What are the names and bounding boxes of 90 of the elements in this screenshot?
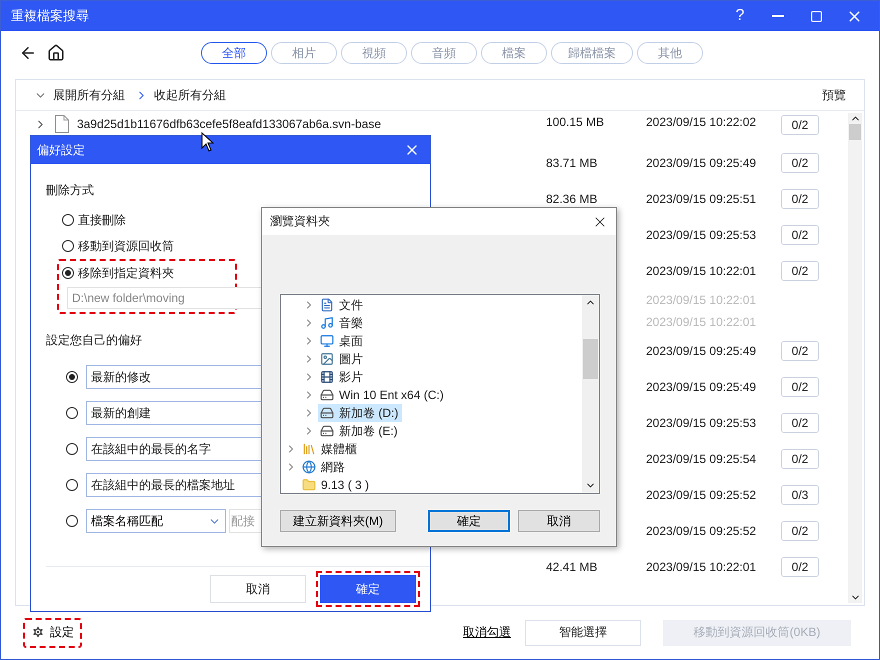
modified-date: 2023/09/15 10:22:01: [646, 293, 758, 307]
tree-item[interactable]: 新加卷 (D:): [318, 404, 402, 422]
document-icon: [320, 298, 334, 312]
network-icon: [302, 460, 316, 474]
selection-count: 0/2: [781, 261, 819, 281]
scroll-thumb[interactable]: [849, 124, 861, 140]
home-button[interactable]: [47, 44, 65, 62]
section-heading: 刪除方式: [46, 182, 94, 199]
collapse-all-link[interactable]: 收起所有分組: [154, 86, 226, 104]
maximize-icon: [810, 10, 822, 22]
tree-item[interactable]: 音樂: [318, 314, 367, 332]
modified-date: 2023/09/15 10:22:01: [646, 264, 758, 278]
selection-count: 0/2: [781, 449, 819, 469]
drive-icon: [320, 424, 334, 438]
selection-count: 0/2: [781, 115, 819, 135]
selection-count: 0/2: [781, 413, 819, 433]
confirm-button[interactable]: 確定: [320, 575, 416, 603]
file-size: 42.41 MB: [546, 560, 598, 574]
selection-count: 0/2: [781, 225, 819, 245]
radio-button[interactable]: [66, 515, 78, 527]
window-title: 重複檔案搜尋: [11, 7, 90, 25]
modified-date: 2023/09/15 09:25:49: [646, 156, 758, 170]
selection-count: 0/2: [781, 341, 819, 361]
file-size: 100.15 MB: [546, 115, 606, 129]
tree-item[interactable]: 9.13 ( 3 ): [300, 476, 374, 493]
modified-date: 2023/09/15 09:25:52: [646, 488, 758, 502]
tree-item[interactable]: 桌面: [318, 332, 367, 350]
modified-date: 2023/09/15 09:25:51: [646, 192, 758, 206]
file-name: 3a9d25d1b11676dfb63cefe5f8eafd133067ab6a.svn-base: [76, 117, 382, 131]
match-dropdown[interactable]: 檔案名稱匹配: [86, 509, 226, 533]
tree-item[interactable]: 影片: [318, 368, 367, 386]
file-size: 82.36 MB: [546, 192, 598, 206]
selection-count: 0/3: [781, 485, 819, 505]
modified-date: 2023/09/15 10:22:01: [646, 560, 758, 574]
tree-item[interactable]: 文件: [318, 296, 367, 314]
picture-icon: [320, 352, 334, 366]
drive-icon: [320, 406, 334, 420]
expand-all-link[interactable]: 展開所有分組: [53, 86, 125, 104]
dialog-button[interactable]: 取消: [518, 510, 600, 532]
selection-count: 0/2: [781, 557, 819, 577]
tree-item[interactable]: 圖片: [318, 350, 367, 368]
selection-count: 0/2: [781, 153, 819, 173]
file-size: 83.71 MB: [546, 156, 598, 170]
dialog-title: 瀏覽資料夾: [270, 213, 330, 230]
scroll-thumb[interactable]: [583, 339, 598, 379]
modified-date: 2023/09/15 09:25:49: [646, 380, 758, 394]
filter-tab[interactable]: 全部: [201, 42, 267, 64]
file-icon: [54, 115, 69, 133]
selection-count: 0/2: [781, 521, 819, 541]
cancel-button[interactable]: 取消: [210, 575, 306, 603]
modified-date: 2023/09/15 09:25:54: [646, 452, 758, 466]
radio-option[interactable]: 直接刪除: [62, 210, 126, 230]
uncheck-link[interactable]: 取消勾選: [463, 624, 511, 641]
tree-item[interactable]: 媒體櫃: [300, 440, 361, 458]
drive-icon: [320, 388, 334, 402]
tree-item[interactable]: 網路: [300, 458, 349, 476]
radio-button[interactable]: [66, 443, 78, 455]
modified-date: 2023/09/15 10:22:02: [646, 115, 758, 129]
help-button[interactable]: ?: [721, 1, 759, 31]
selection-count: 0/2: [781, 189, 819, 209]
radio-option[interactable]: 移動到資源回收筒: [62, 236, 174, 256]
radio-button[interactable]: [66, 407, 78, 419]
radio-option[interactable]: 移除到指定資料夾: [62, 263, 232, 283]
tree-item[interactable]: 新加卷 (E:): [318, 422, 402, 440]
monitor-icon: [320, 334, 334, 348]
radio-button[interactable]: [66, 479, 78, 491]
tree-item[interactable]: Win 10 Ent x64 (C:): [318, 386, 448, 404]
dialog-title: 偏好設定: [37, 142, 85, 158]
modified-date: 2023/09/15 09:25:53: [646, 228, 758, 242]
section-heading: 設定您自己的偏好: [46, 332, 142, 349]
modified-date: 2023/09/15 09:25:53: [646, 416, 758, 430]
back-button[interactable]: [19, 44, 37, 62]
folder-icon: [302, 478, 316, 492]
preview-label[interactable]: 預覽: [822, 86, 846, 104]
modified-date: 2023/09/15 10:22:01: [646, 315, 758, 329]
modified-date: 2023/09/15 09:25:49: [646, 344, 758, 358]
dialog-button[interactable]: 建立新資料夾(M): [280, 510, 396, 532]
minimize-icon: [772, 15, 784, 17]
settings-button[interactable]: 設定: [28, 622, 77, 642]
selection-count: 0/2: [781, 377, 819, 397]
scrollbar[interactable]: [848, 113, 862, 603]
radio-button[interactable]: [66, 371, 78, 383]
smart-select-button[interactable]: 智能選擇: [525, 620, 641, 646]
library-icon: [302, 442, 316, 456]
dialog-button[interactable]: 確定: [428, 510, 510, 532]
scrollbar[interactable]: [582, 295, 599, 493]
settings-icon: [31, 625, 45, 639]
film-icon: [320, 370, 334, 384]
music-note-icon: [320, 316, 334, 330]
modified-date: 2023/09/15 09:25:52: [646, 524, 758, 538]
